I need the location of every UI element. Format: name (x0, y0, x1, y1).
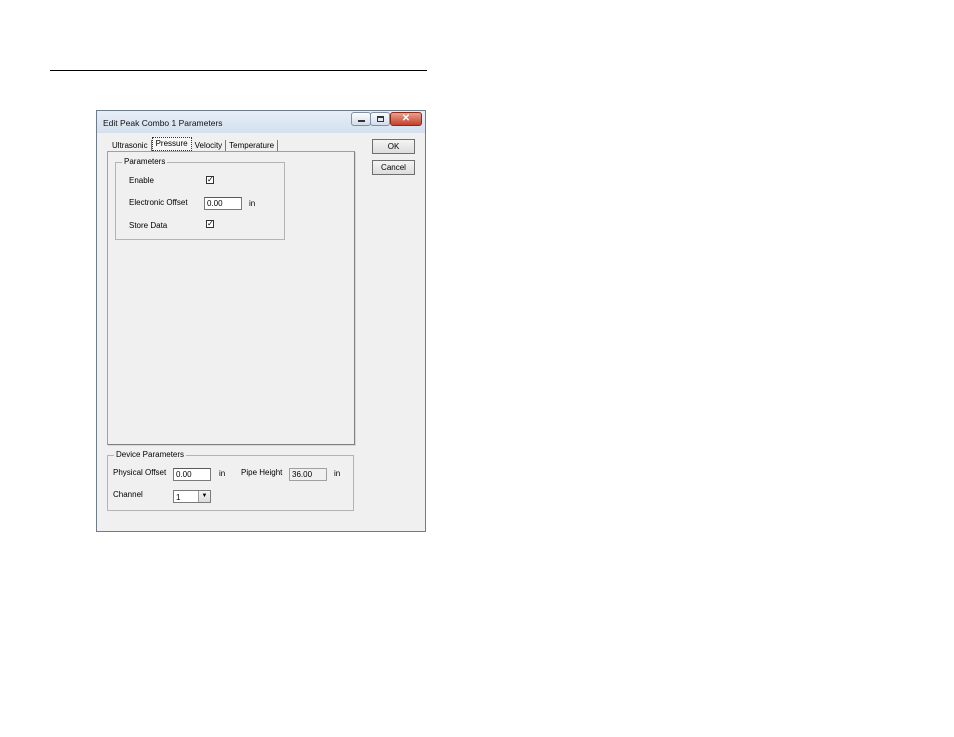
device-parameters-group-label: Device Parameters (114, 450, 187, 459)
physical-offset-input[interactable] (173, 468, 211, 481)
title-bar[interactable]: Edit Peak Combo 1 Parameters ✕ (97, 111, 425, 133)
store-data-checkbox[interactable]: ✓ (206, 220, 214, 228)
parameters-group-label: Parameters (122, 157, 168, 166)
tab-strip: Ultrasonic Pressure Velocity Temperature (109, 137, 279, 152)
pipe-height-label: Pipe Height (241, 468, 283, 477)
pipe-height-unit: in (334, 469, 341, 478)
minimize-icon (357, 120, 365, 122)
electronic-offset-label: Electronic Offset (129, 198, 188, 207)
window-title: Edit Peak Combo 1 Parameters (103, 118, 223, 128)
physical-offset-unit: in (219, 469, 226, 478)
minimize-button[interactable] (351, 112, 371, 126)
close-icon: ✕ (401, 113, 411, 124)
ok-button[interactable]: OK (372, 139, 415, 154)
chevron-down-icon[interactable]: ▼ (198, 491, 210, 502)
channel-label: Channel (113, 490, 143, 499)
pressure-tab-panel: Parameters Enable ✓ Electronic Offset in… (107, 151, 355, 445)
close-button[interactable]: ✕ (390, 112, 422, 126)
physical-offset-label: Physical Offset (113, 468, 167, 477)
enable-label: Enable (129, 176, 154, 185)
horizontal-rule (50, 70, 427, 71)
parameters-group: Parameters Enable ✓ Electronic Offset in… (115, 157, 285, 240)
enable-checkbox[interactable]: ✓ (206, 176, 214, 184)
maximize-icon (376, 116, 384, 122)
maximize-button[interactable] (370, 112, 390, 126)
edit-parameters-dialog: Edit Peak Combo 1 Parameters ✕ Ultrasoni… (96, 110, 426, 532)
channel-select[interactable]: 1 ▼ (173, 490, 211, 503)
tab-pressure[interactable]: Pressure (151, 137, 192, 151)
pipe-height-input (289, 468, 327, 481)
channel-value: 1 (176, 493, 181, 502)
device-parameters-group: Device Parameters Physical Offset in Pip… (107, 450, 354, 511)
electronic-offset-unit: in (249, 199, 256, 208)
electronic-offset-input[interactable] (204, 197, 242, 210)
cancel-button[interactable]: Cancel (372, 160, 415, 175)
store-data-label: Store Data (129, 221, 168, 230)
